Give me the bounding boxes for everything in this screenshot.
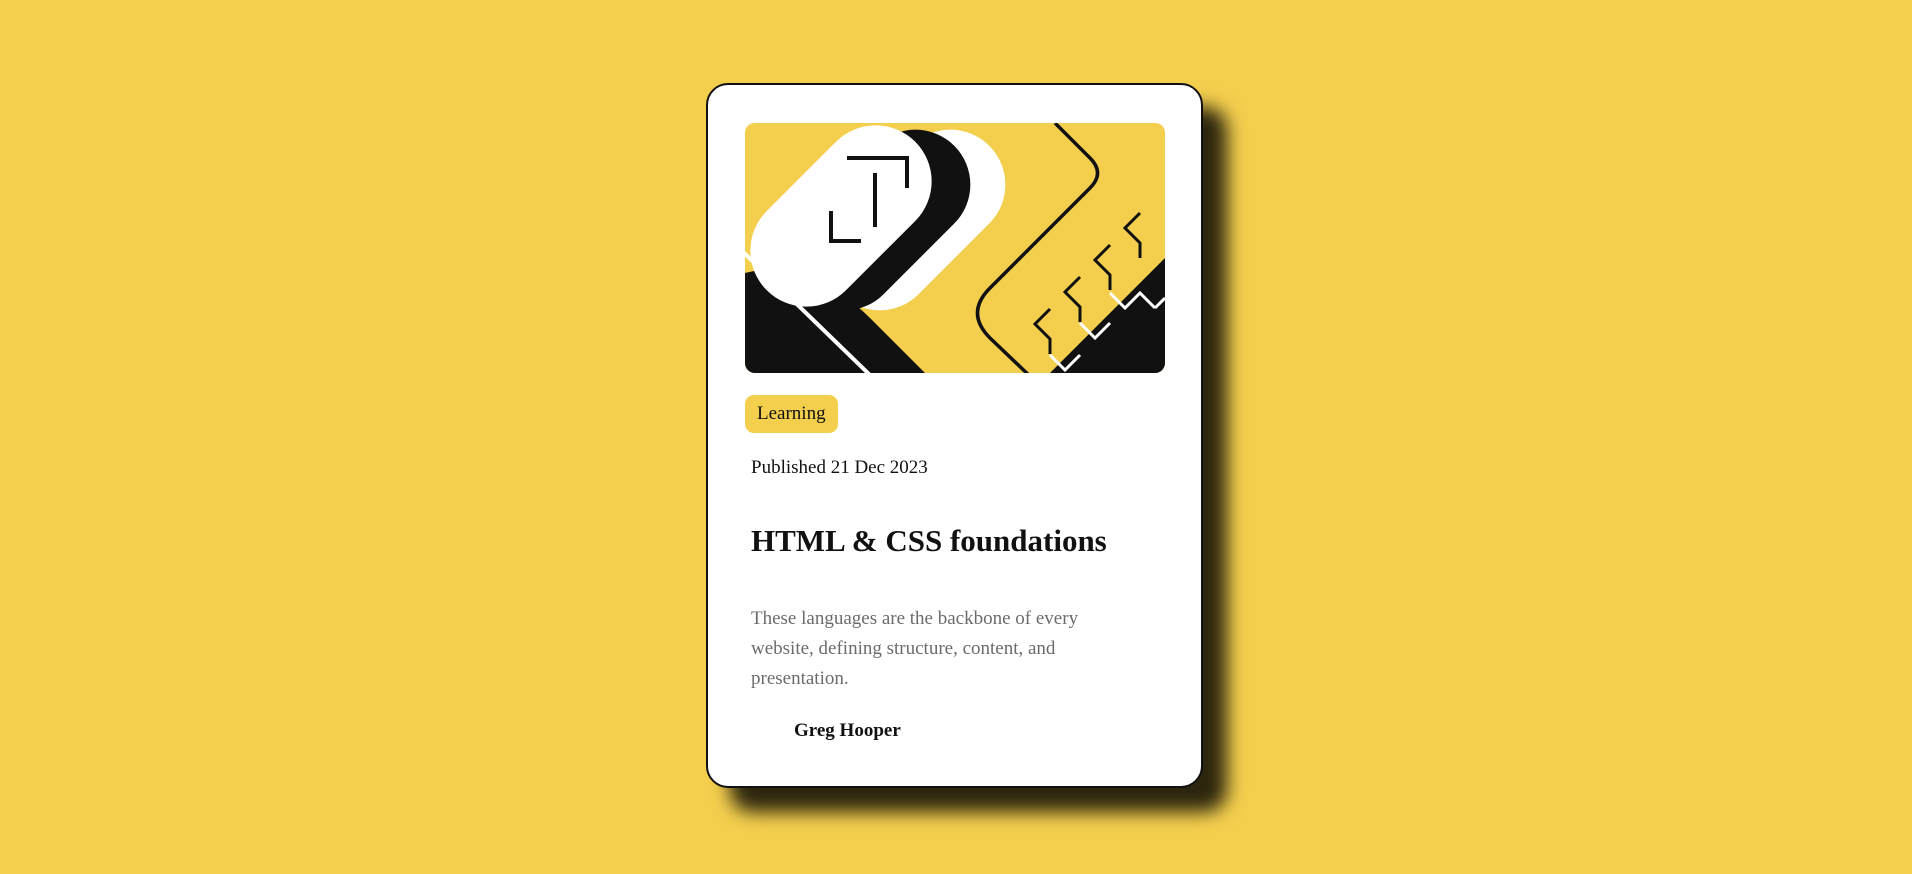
abstract-code-illustration-icon	[745, 123, 1165, 373]
published-date: Published 21 Dec 2023	[751, 457, 928, 478]
card-illustration	[745, 123, 1165, 373]
author-name: Greg Hooper	[794, 720, 901, 741]
author: Greg Hooper	[751, 715, 901, 747]
blog-preview-card: Learning Published 21 Dec 2023 HTML & CS…	[706, 83, 1203, 788]
card-title[interactable]: HTML & CSS foundations	[751, 523, 1107, 559]
card-description: These languages are the backbone of ever…	[751, 608, 1079, 689]
category-tag: Learning	[745, 395, 838, 433]
avatar-icon	[751, 715, 783, 747]
